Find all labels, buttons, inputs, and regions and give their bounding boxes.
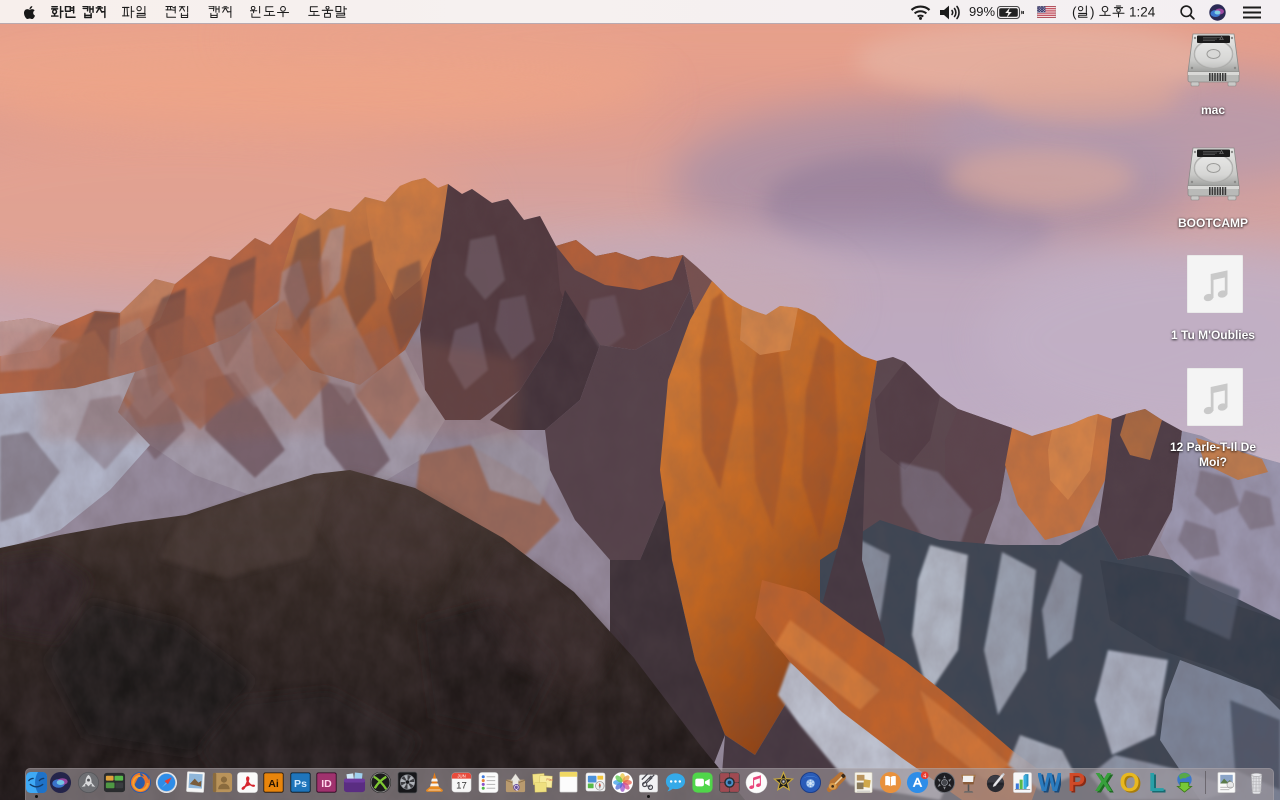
svg-text:): ) <box>1090 5 1095 20</box>
svg-text:Ai: Ai <box>268 778 279 790</box>
svg-text:P: P <box>1067 771 1084 794</box>
svg-text:Plan: Plan <box>546 778 553 782</box>
svg-text:W: W <box>1038 771 1061 794</box>
svg-text:Q: Q <box>514 785 519 792</box>
svg-text:(: ( <box>1072 5 1077 20</box>
svg-text:O: O <box>1119 771 1139 794</box>
svg-text:17: 17 <box>456 781 467 792</box>
svg-text:X: X <box>1094 771 1112 794</box>
svg-text:JUN: JUN <box>457 774 465 779</box>
svg-text:Ps: Ps <box>294 778 307 790</box>
svg-text:ID: ID <box>321 778 332 790</box>
svg-text:L: L <box>1149 771 1165 794</box>
svg-text:1:24: 1:24 <box>1129 5 1156 20</box>
